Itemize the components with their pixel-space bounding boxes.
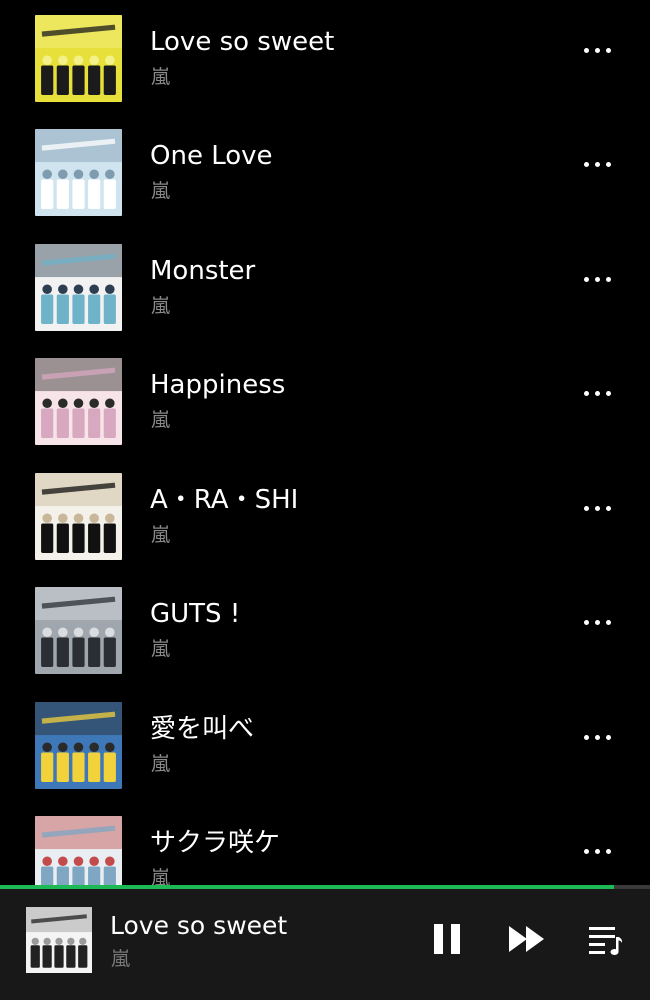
now-playing-bar[interactable]: Love so sweet 嵐: [0, 885, 650, 1000]
track-title: Love so sweet: [150, 27, 335, 57]
more-options-icon[interactable]: [570, 373, 624, 413]
track-artist: 嵐: [151, 638, 171, 660]
pause-icon: [434, 924, 460, 954]
more-options-icon[interactable]: [570, 488, 624, 528]
track-artist: 嵐: [151, 753, 171, 775]
track-row[interactable]: GUTS ! 嵐: [0, 572, 650, 686]
cover-a-ra-shi: [35, 473, 122, 560]
track-artist: 嵐: [151, 66, 171, 88]
track-title: One Love: [150, 141, 273, 171]
playback-progress[interactable]: [0, 885, 650, 889]
more-options-icon[interactable]: [570, 144, 624, 184]
track-title: A・RA・SHI: [150, 485, 299, 515]
more-options-icon[interactable]: [570, 717, 624, 757]
track-row[interactable]: A・RA・SHI 嵐: [0, 458, 650, 572]
more-options-icon[interactable]: [570, 259, 624, 299]
track-artist: 嵐: [151, 180, 171, 202]
track-row[interactable]: Happiness 嵐: [0, 343, 650, 457]
track-title: GUTS !: [150, 599, 241, 629]
track-row[interactable]: Love so sweet 嵐: [0, 0, 650, 114]
queue-button[interactable]: [583, 917, 627, 961]
track-list: Love so sweet 嵐 One Love 嵐 Monster 嵐 Hap…: [0, 0, 650, 888]
track-title: サクラ咲ケ: [150, 828, 281, 858]
queue-icon: [589, 927, 623, 955]
cover-one-love: [35, 129, 122, 216]
track-artist: 嵐: [151, 295, 171, 317]
next-button[interactable]: [505, 917, 549, 961]
now-playing-artist: 嵐: [111, 948, 131, 970]
cover-sakura-sake: [35, 816, 122, 888]
more-options-icon[interactable]: [570, 831, 624, 871]
pause-button[interactable]: [425, 917, 469, 961]
track-title: Monster: [150, 256, 256, 286]
track-artist: 嵐: [151, 409, 171, 431]
cover-monster: [35, 244, 122, 331]
cover-now-playing: [26, 907, 92, 973]
more-options-icon[interactable]: [570, 30, 624, 70]
cover-love-so-sweet: [35, 15, 122, 102]
track-row[interactable]: Monster 嵐: [0, 229, 650, 343]
track-title: Happiness: [150, 370, 286, 400]
skip-next-icon: [509, 926, 544, 952]
playback-progress-fill: [0, 885, 615, 889]
track-title: 愛を叫べ: [150, 714, 255, 744]
now-playing-title: Love so sweet: [110, 911, 288, 940]
track-artist: 嵐: [151, 524, 171, 546]
cover-guts: [35, 587, 122, 674]
track-row[interactable]: 愛を叫べ 嵐: [0, 687, 650, 801]
cover-happiness: [35, 358, 122, 445]
cover-ai-wo-sakebe: [35, 702, 122, 789]
track-row[interactable]: One Love 嵐: [0, 114, 650, 228]
more-options-icon[interactable]: [570, 602, 624, 642]
track-row[interactable]: サクラ咲ケ 嵐: [0, 801, 650, 888]
